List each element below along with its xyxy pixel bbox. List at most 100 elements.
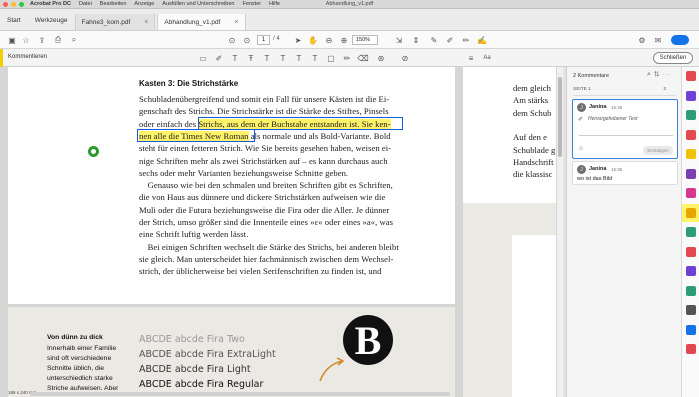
account-button[interactable] [671, 35, 689, 45]
print-icon[interactable]: ⎙ [52, 34, 64, 46]
sticky-note-icon[interactable]: ▭ [198, 53, 208, 63]
text-run[interactable]: Bei einigen Schriften wechselt die Stärk… [139, 242, 399, 252]
rail-tool-icon[interactable] [686, 305, 696, 315]
underline-text-icon[interactable]: T [230, 53, 240, 63]
wrench-icon[interactable]: ⚙ [636, 34, 648, 46]
text-run[interactable]: sechs oder mehr Varianten beziehungsweis… [139, 168, 348, 178]
menu-fenster[interactable]: Fenster [242, 1, 261, 7]
tab-tools[interactable]: Werkzeuge [28, 17, 75, 30]
page-up-icon[interactable]: ⊙ [226, 34, 238, 46]
text-line[interactable]: die von Haus aus dünnere und dickere Str… [139, 192, 385, 202]
close-window-icon[interactable] [3, 1, 8, 7]
sign-icon[interactable]: ✍ [476, 34, 488, 46]
comment-icon[interactable]: ✎ [428, 34, 440, 46]
rail-tool-icon[interactable] [686, 129, 696, 140]
eraser-icon[interactable]: ⌫ [357, 53, 368, 63]
rail-tool-icon[interactable] [686, 246, 696, 257]
menu-bearbeiten[interactable]: Bearbeiten [100, 1, 127, 7]
text-line[interactable]: strich, der üblicherweise bei vielen Ser… [139, 266, 381, 276]
hand-tool-icon[interactable]: ✋ [307, 34, 319, 46]
text-line[interactable]: sie gleich. Man unterscheidet hier fachm… [139, 254, 393, 264]
rail-tool-icon[interactable] [686, 71, 696, 81]
page-group-header[interactable]: SEITE 1 2 [573, 87, 676, 96]
text-run[interactable]: genschaft des Strichs. Die Strichstärke … [139, 106, 389, 116]
text-run[interactable]: Schubladenübergreifend und somit ein Fal… [139, 94, 389, 104]
text-line[interactable]: der Strich, umso größer sind die Innente… [139, 217, 393, 227]
find-icon[interactable]: ⌕ [68, 34, 80, 46]
text-run[interactable]: die von Haus aus dünnere und dickere Str… [139, 192, 385, 202]
page-down-icon[interactable]: ⊙ [241, 34, 253, 46]
line-width-icon[interactable]: ≡ [466, 53, 476, 63]
text-line[interactable]: Bei einigen Schriften wechselt die Stärk… [139, 242, 399, 252]
highlight-icon[interactable]: ✐ [444, 34, 456, 46]
text-line[interactable]: nige Schriften mehr als zwei Strichstärk… [139, 156, 388, 166]
tab-file-fahne3[interactable]: Fahne3_kom.pdf × [74, 14, 156, 30]
close-tab-icon[interactable]: × [234, 19, 238, 26]
text-box-icon[interactable]: T [294, 53, 304, 63]
scroll-thumb[interactable] [558, 77, 562, 157]
fit-page-icon[interactable]: ⇲ [393, 34, 405, 46]
text-line[interactable]: steht für einen fetteren Strich. Wie Sie… [139, 143, 391, 153]
bookmark-icon[interactable]: ☆ [20, 34, 32, 46]
text-line[interactable]: sechs oder mehr Varianten beziehungsweis… [139, 168, 348, 178]
text-line[interactable]: Genauso wie bei den schmalen und breiten… [139, 180, 393, 190]
minimize-window-icon[interactable] [11, 1, 16, 7]
font-icon[interactable]: Aa [482, 53, 492, 63]
rail-tool-icon[interactable] [686, 90, 696, 101]
rail-tool-icon[interactable] [686, 266, 696, 276]
text-run[interactable]: Muli oder die Futura beziehungsweise die… [139, 205, 389, 215]
text-run[interactable]: eine Schrift luftig werden lässt. [139, 229, 248, 239]
save-icon[interactable]: ▣ [6, 34, 18, 46]
rail-tool-icon[interactable] [686, 149, 696, 159]
rail-tool-icon[interactable] [686, 227, 696, 237]
text-run[interactable]: als normale und als Bold-Variante. Bold [249, 131, 391, 141]
text-run[interactable]: der Strich, umso größer sind die Innente… [139, 217, 393, 227]
page-number-input[interactable]: 1 [257, 35, 270, 45]
share-icon[interactable]: ✉ [652, 34, 664, 46]
zoom-select[interactable]: 150% [352, 35, 378, 45]
rail-tool-icon[interactable] [686, 324, 696, 335]
menu-anzeige[interactable]: Anzeige [134, 1, 154, 7]
text-line[interactable]: nen alle die Times New Roman als normale… [139, 130, 391, 141]
rail-tool-icon[interactable] [686, 110, 696, 120]
confirm-button[interactable]: Bestätigen [643, 146, 673, 155]
rail-tool-icon[interactable] [686, 168, 696, 179]
text-line[interactable]: oder einfach des Strichs, aus dem der Bu… [139, 118, 391, 129]
draw-icon[interactable]: ✏ [460, 34, 472, 46]
menu-datei[interactable]: Datei [79, 1, 92, 7]
text-line[interactable]: genschaft des Strichs. Die Strichstärke … [139, 106, 389, 116]
menu-ausfuellen[interactable]: Ausfüllen und Unterschreiben [162, 1, 234, 7]
insert-text-icon[interactable]: T [262, 53, 272, 63]
vertical-scrollbar[interactable] [556, 67, 563, 397]
text-comment-icon[interactable]: T [310, 53, 320, 63]
pencil-icon[interactable]: ✏ [342, 53, 352, 63]
text-line[interactable]: Schubladenübergreifend und somit ein Fal… [139, 94, 389, 104]
scroll-mode-icon[interactable]: ⇕ [410, 34, 422, 46]
rail-tool-icon[interactable] [686, 188, 696, 198]
text-run[interactable]: strich, der üblicherweise bei vielen Ser… [139, 266, 381, 276]
text-run[interactable]: steht für einen fetteren Strich. Wie Sie… [139, 143, 391, 153]
comment-card[interactable]: J Janina 15:35 wo ist das Bild [572, 161, 678, 185]
text-run[interactable]: nige Schriften mehr als zwei Strichstärk… [139, 156, 388, 166]
tab-home[interactable]: Start [0, 17, 28, 30]
menu-hilfe[interactable]: Hilfe [269, 1, 280, 7]
comments-panel-tools[interactable]: ⌕⇅⋯ [647, 71, 673, 79]
stamp-icon[interactable]: ⊛ [376, 53, 386, 63]
emoji-icon[interactable]: ☺ [578, 146, 584, 152]
upload-icon[interactable]: ⇪ [36, 34, 48, 46]
close-comment-button[interactable]: Schließen [653, 52, 693, 64]
select-tool-icon[interactable]: ➤ [292, 34, 304, 46]
text-run[interactable]: sie gleich. Man unterscheidet hier fachm… [139, 254, 393, 264]
comment-card[interactable]: J Janina 15:35 ✐ Hervorgehobener Text ☺ … [572, 99, 678, 159]
zoom-out-icon[interactable]: ⊖ [323, 34, 335, 46]
rail-tool-icon[interactable] [682, 203, 699, 222]
replace-text-icon[interactable]: T [278, 53, 288, 63]
highlighted-text[interactable]: Strichs, aus dem der Buchstabe entstande… [198, 118, 391, 129]
strikethrough-text-icon[interactable]: Ŧ [246, 53, 256, 63]
horizontal-scrollbar[interactable] [30, 392, 450, 396]
highlight-text-icon[interactable]: ✐ [214, 53, 224, 63]
reply-input[interactable] [579, 126, 673, 136]
text-line[interactable]: eine Schrift luftig werden lässt. [139, 229, 248, 239]
highlighted-text[interactable]: nen alle die Times New Roman [139, 130, 249, 141]
text-run[interactable]: Genauso wie bei den schmalen und breiten… [139, 180, 393, 190]
